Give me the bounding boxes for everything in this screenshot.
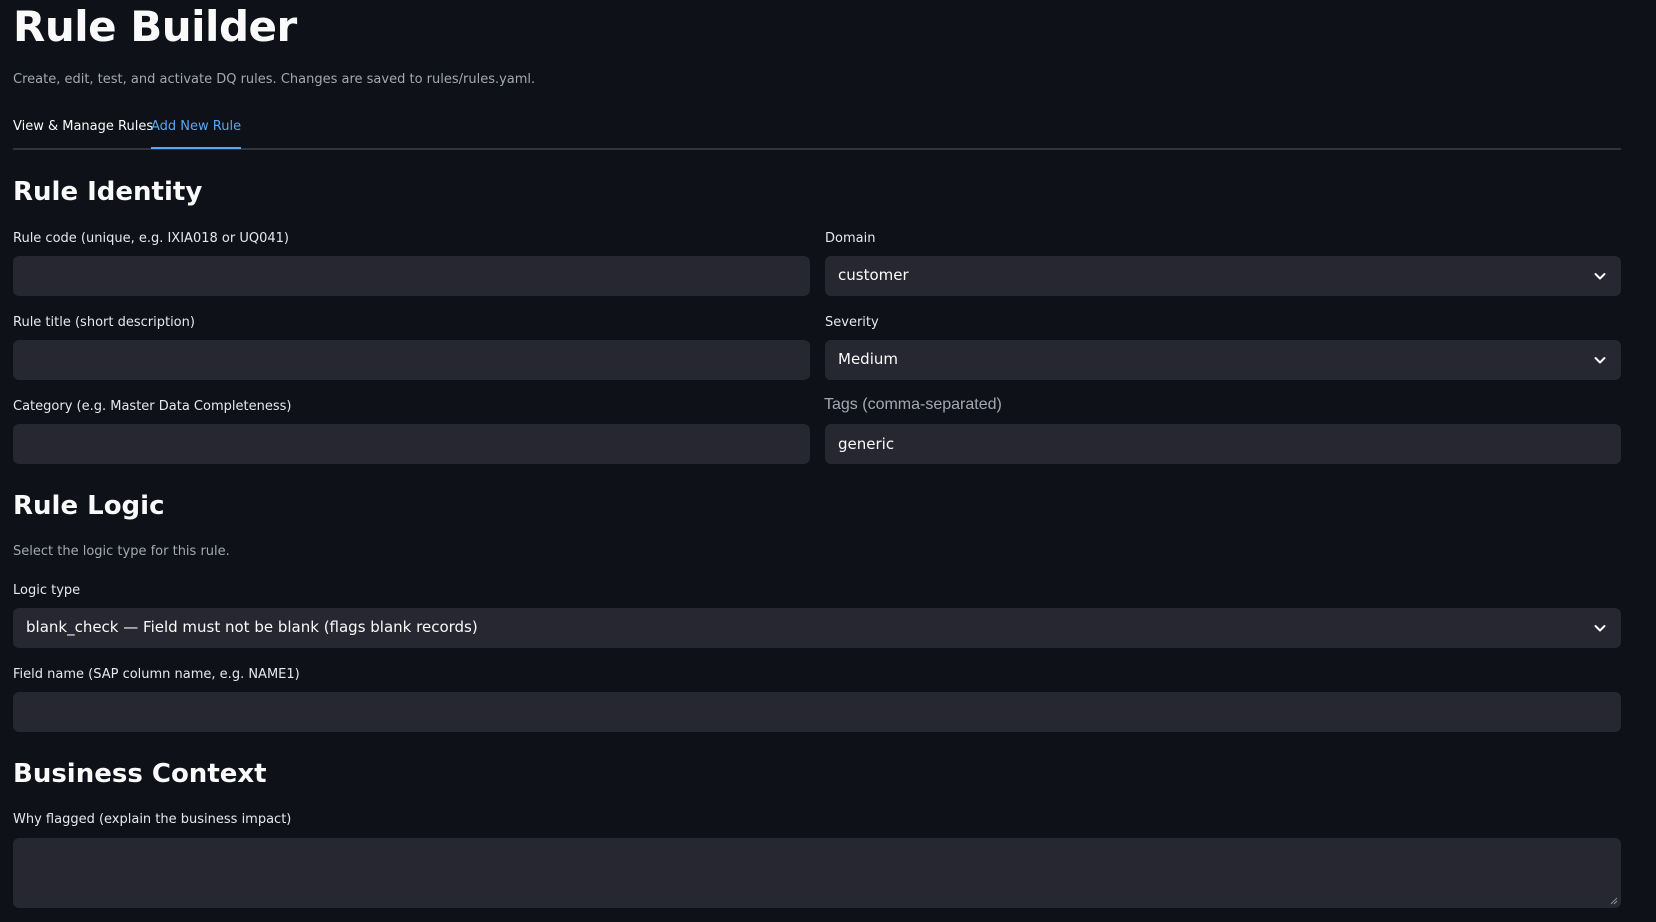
severity-select[interactable]: Medium <box>825 340 1621 380</box>
domain-label: Domain <box>825 231 876 246</box>
field-name-label: Field name (SAP column name, e.g. NAME1) <box>13 667 300 682</box>
rule-code-label: Rule code (unique, e.g. IXIA018 or UQ041… <box>13 231 289 246</box>
section-title-business-context: Business Context <box>13 759 267 789</box>
rule-code-field <box>13 256 810 296</box>
logic-type-select[interactable]: blank_check — Field must not be blank (f… <box>13 608 1621 648</box>
logic-type-label: Logic type <box>13 583 81 598</box>
severity-label: Severity <box>825 315 879 330</box>
rule-title-field <box>13 340 810 380</box>
field-name-input[interactable] <box>14 693 1620 731</box>
why-flagged-field <box>13 838 1621 908</box>
page-subtitle: Create, edit, test, and activate DQ rule… <box>13 72 536 87</box>
tab-view-manage-rules[interactable]: View & Manage Rules <box>13 119 153 149</box>
rule-builder-page: Rule Builder Create, edit, test, and act… <box>0 0 1656 922</box>
section-title-rule-logic: Rule Logic <box>13 491 165 521</box>
page-title: Rule Builder <box>13 2 297 51</box>
rule-title-input[interactable] <box>14 341 809 379</box>
domain-select[interactable]: customer <box>825 256 1621 296</box>
chevron-down-icon <box>1594 273 1606 280</box>
rule-title-label: Rule title (short description) <box>13 315 195 330</box>
section-title-rule-identity: Rule Identity <box>13 177 203 207</box>
rule-code-input[interactable] <box>14 257 809 295</box>
severity-selected-value: Medium <box>838 350 898 368</box>
chevron-down-icon <box>1594 357 1606 364</box>
category-label: Category (e.g. Master Data Completeness) <box>13 399 292 414</box>
category-field <box>13 424 810 464</box>
why-flagged-label: Why flagged (explain the business impact… <box>13 812 292 827</box>
chevron-down-icon <box>1594 625 1606 632</box>
field-name-field <box>13 692 1621 732</box>
tags-field <box>825 424 1621 464</box>
domain-selected-value: customer <box>838 266 909 284</box>
tab-add-new-rule[interactable]: Add New Rule <box>151 119 242 149</box>
tags-label: Tags (comma-separated) <box>824 396 1002 413</box>
why-flagged-textarea[interactable] <box>13 838 1621 908</box>
category-input[interactable] <box>14 425 809 463</box>
resize-grip-icon[interactable] <box>1610 897 1618 905</box>
tab-bar: View & Manage Rules Add New Rule <box>13 116 1621 150</box>
logic-type-selected-value: blank_check — Field must not be blank (f… <box>26 618 478 636</box>
rule-logic-description: Select the logic type for this rule. <box>13 544 230 559</box>
tags-input[interactable] <box>826 425 1620 463</box>
